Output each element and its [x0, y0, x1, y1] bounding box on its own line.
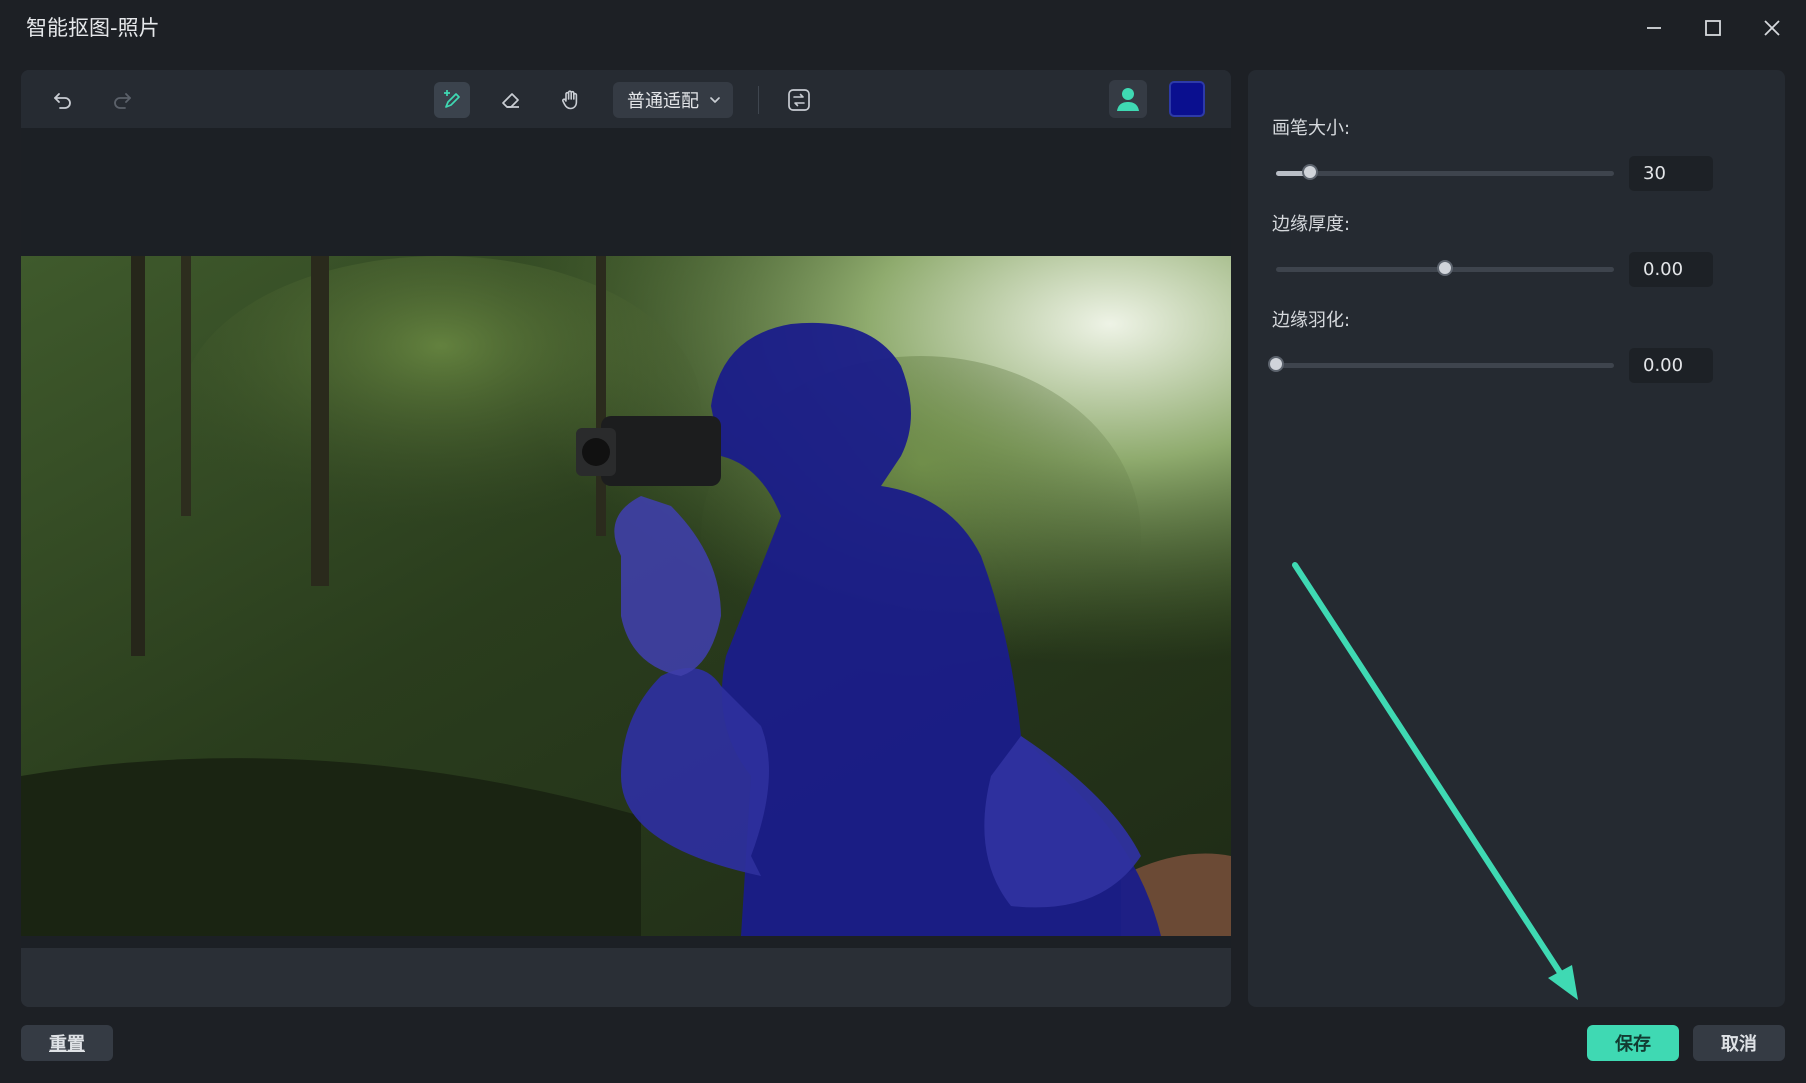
eraser-icon	[502, 93, 519, 108]
cancel-button[interactable]: 取消	[1693, 1025, 1785, 1061]
toolbar-divider	[758, 86, 759, 114]
photo-image	[21, 256, 1231, 936]
swap-icon	[788, 89, 810, 111]
eraser-tool[interactable]	[493, 82, 529, 118]
save-button[interactable]: 保存	[1587, 1025, 1679, 1061]
smart-cutout-window: 智能抠图-照片 普通适配 画笔大小: 30 边缘厚度: 0.00 边缘羽化: 0…	[0, 0, 1806, 1083]
settings-panel: 画笔大小: 30 边缘厚度: 0.00 边缘羽化: 0.00	[1248, 70, 1785, 1007]
window-title: 智能抠图-照片	[26, 16, 160, 40]
canvas-panel: 普通适配	[21, 70, 1231, 1007]
edge-feather-slider-thumb[interactable]	[1268, 356, 1284, 372]
undo-button[interactable]	[45, 82, 81, 118]
fit-mode-label: 普通适配	[627, 91, 699, 112]
brush-size-slider-thumb[interactable]	[1301, 164, 1318, 180]
title-bar: 智能抠图-照片	[0, 0, 1806, 56]
brush-add-icon	[444, 90, 460, 108]
subject-toggle-button[interactable]	[1109, 80, 1147, 118]
undo-icon	[54, 93, 71, 109]
chevron-down-icon	[710, 97, 720, 103]
edge-feather-value[interactable]: 0.00	[1629, 348, 1713, 383]
editor-toolbar: 普通适配	[21, 70, 1231, 128]
edge-thickness-label: 边缘厚度:	[1272, 214, 1351, 235]
close-icon	[1764, 20, 1780, 36]
edge-thickness-value[interactable]: 0.00	[1629, 252, 1713, 287]
photo-preview[interactable]	[21, 256, 1231, 936]
edge-thickness-slider[interactable]	[1276, 260, 1614, 276]
canvas-bottom-strip	[21, 948, 1231, 1007]
hand-tool[interactable]	[553, 82, 589, 118]
brush-size-slider[interactable]	[1276, 164, 1614, 180]
person-icon	[1117, 88, 1139, 111]
edge-feather-label: 边缘羽化:	[1272, 310, 1351, 331]
brush-size-label: 画笔大小:	[1272, 118, 1351, 139]
fit-mode-dropdown[interactable]: 普通适配	[613, 82, 733, 118]
maximize-icon	[1705, 20, 1721, 36]
redo-button[interactable]	[104, 82, 140, 118]
brush-size-value[interactable]: 30	[1629, 156, 1713, 191]
redo-icon	[114, 93, 131, 109]
minimize-button[interactable]	[1634, 10, 1674, 46]
brush-add-tool[interactable]	[434, 82, 470, 118]
hand-icon	[562, 90, 578, 110]
reset-button[interactable]: 重置	[21, 1025, 113, 1061]
swap-view-button[interactable]	[781, 82, 817, 118]
edge-thickness-slider-thumb[interactable]	[1437, 260, 1453, 276]
mask-color-swatch[interactable]	[1169, 81, 1205, 117]
minimize-icon	[1647, 27, 1661, 29]
maximize-button[interactable]	[1693, 10, 1733, 46]
close-button[interactable]	[1752, 10, 1792, 46]
edge-feather-slider[interactable]	[1268, 356, 1614, 372]
preview-stage	[21, 128, 1231, 948]
